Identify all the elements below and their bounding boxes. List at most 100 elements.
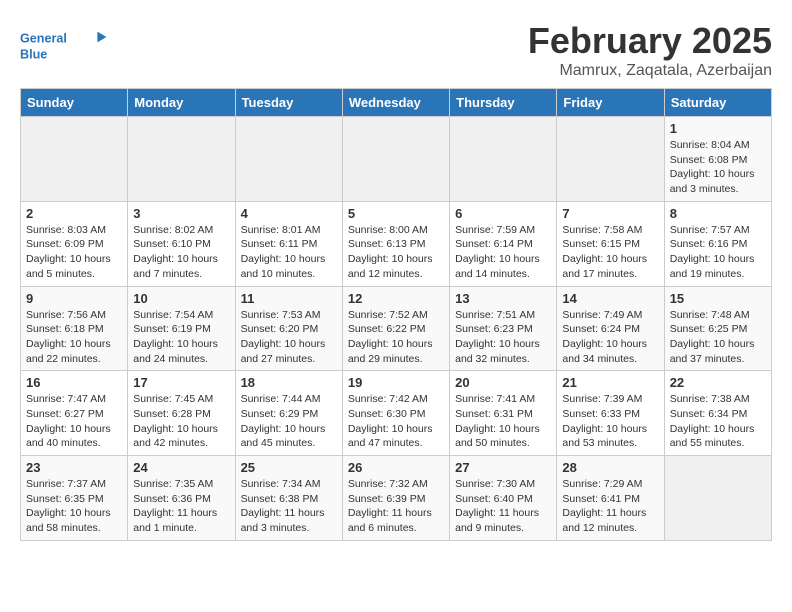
calendar-cell [342, 117, 449, 202]
calendar-cell: 8Sunrise: 7:57 AM Sunset: 6:16 PM Daylig… [664, 201, 771, 286]
calendar-cell [450, 117, 557, 202]
calendar-week-5: 23 Sunrise: 7:37 AM Sunset: 6:35 PM Dayli… [21, 456, 772, 541]
calendar-cell [664, 456, 771, 541]
day-number: 23 [26, 460, 122, 475]
calendar-cell: 18Sunrise: 7:44 AM Sunset: 6:29 PM Dayli… [235, 371, 342, 456]
day-info: Sunrise: 7:35 AM Sunset: 6:36 PM Dayligh… [133, 477, 229, 536]
page-header: General Blue February 2025 Mamrux, Zaqat… [20, 20, 772, 80]
day-number: 2 [26, 206, 122, 221]
day-info: Sunrise: 8:04 AM Sunset: 6:08 PM Dayligh… [670, 138, 766, 197]
calendar-table: SundayMondayTuesdayWednesdayThursdayFrid… [20, 88, 772, 541]
day-number: 26 [348, 460, 444, 475]
calendar-cell: 10 Sunrise: 7:54 AM Sunset: 6:19 PM Dayli… [128, 286, 235, 371]
day-number: 10 [133, 291, 229, 306]
day-info: Sunrise: 7:32 AM Sunset: 6:39 PM Dayligh… [348, 477, 444, 536]
day-number: 16 [26, 375, 122, 390]
calendar-cell: 24 Sunrise: 7:35 AM Sunset: 6:36 PM Dayli… [128, 456, 235, 541]
day-number: 27 [455, 460, 551, 475]
calendar-cell: 13 Sunrise: 7:51 AM Sunset: 6:23 PM Dayli… [450, 286, 557, 371]
calendar-cell [235, 117, 342, 202]
day-number: 25 [241, 460, 337, 475]
calendar-cell: 6 Sunrise: 7:59 AM Sunset: 6:14 PM Daylig… [450, 201, 557, 286]
weekday-header-monday: Monday [128, 89, 235, 117]
calendar-cell: 14 Sunrise: 7:49 AM Sunset: 6:24 PM Dayli… [557, 286, 664, 371]
weekday-header-thursday: Thursday [450, 89, 557, 117]
day-info: Sunrise: 7:39 AM Sunset: 6:33 PM Dayligh… [562, 392, 658, 451]
day-number: 8 [670, 206, 766, 221]
calendar-cell: 2 Sunrise: 8:03 AM Sunset: 6:09 PM Daylig… [21, 201, 128, 286]
day-info: Sunrise: 7:47 AM Sunset: 6:27 PM Dayligh… [26, 392, 122, 451]
calendar-week-2: 2 Sunrise: 8:03 AM Sunset: 6:09 PM Daylig… [21, 201, 772, 286]
day-info: Sunrise: 7:49 AM Sunset: 6:24 PM Dayligh… [562, 308, 658, 367]
day-info: Sunrise: 8:03 AM Sunset: 6:09 PM Dayligh… [26, 223, 122, 282]
calendar-cell: 9 Sunrise: 7:56 AM Sunset: 6:18 PM Daylig… [21, 286, 128, 371]
weekday-header-friday: Friday [557, 89, 664, 117]
svg-text:General: General [20, 31, 67, 45]
calendar-cell: 27Sunrise: 7:30 AM Sunset: 6:40 PM Dayli… [450, 456, 557, 541]
day-number: 14 [562, 291, 658, 306]
day-info: Sunrise: 8:02 AM Sunset: 6:10 PM Dayligh… [133, 223, 229, 282]
calendar-cell: 16 Sunrise: 7:47 AM Sunset: 6:27 PM Dayli… [21, 371, 128, 456]
day-number: 5 [348, 206, 444, 221]
calendar-cell: 20Sunrise: 7:41 AM Sunset: 6:31 PM Dayli… [450, 371, 557, 456]
day-number: 9 [26, 291, 122, 306]
day-info: Sunrise: 8:01 AM Sunset: 6:11 PM Dayligh… [241, 223, 337, 282]
calendar-cell: 17 Sunrise: 7:45 AM Sunset: 6:28 PM Dayli… [128, 371, 235, 456]
calendar-cell [21, 117, 128, 202]
day-info: Sunrise: 7:56 AM Sunset: 6:18 PM Dayligh… [26, 308, 122, 367]
weekday-header-tuesday: Tuesday [235, 89, 342, 117]
calendar-cell: 21 Sunrise: 7:39 AM Sunset: 6:33 PM Dayli… [557, 371, 664, 456]
page-title: February 2025 [528, 20, 772, 62]
calendar-cell: 12Sunrise: 7:52 AM Sunset: 6:22 PM Dayli… [342, 286, 449, 371]
day-info: Sunrise: 7:38 AM Sunset: 6:34 PM Dayligh… [670, 392, 766, 451]
day-number: 24 [133, 460, 229, 475]
calendar-cell [128, 117, 235, 202]
logo: General Blue [20, 24, 110, 68]
day-number: 28 [562, 460, 658, 475]
day-info: Sunrise: 7:44 AM Sunset: 6:29 PM Dayligh… [241, 392, 337, 451]
day-info: Sunrise: 7:37 AM Sunset: 6:35 PM Dayligh… [26, 477, 122, 536]
day-info: Sunrise: 7:59 AM Sunset: 6:14 PM Dayligh… [455, 223, 551, 282]
day-number: 6 [455, 206, 551, 221]
calendar-cell: 28 Sunrise: 7:29 AM Sunset: 6:41 PM Dayli… [557, 456, 664, 541]
calendar-cell [557, 117, 664, 202]
day-number: 12 [348, 291, 444, 306]
day-info: Sunrise: 7:34 AM Sunset: 6:38 PM Dayligh… [241, 477, 337, 536]
calendar-cell: 15Sunrise: 7:48 AM Sunset: 6:25 PM Dayli… [664, 286, 771, 371]
day-info: Sunrise: 7:53 AM Sunset: 6:20 PM Dayligh… [241, 308, 337, 367]
calendar-cell: 25 Sunrise: 7:34 AM Sunset: 6:38 PM Dayli… [235, 456, 342, 541]
day-number: 22 [670, 375, 766, 390]
calendar-week-1: 1 Sunrise: 8:04 AM Sunset: 6:08 PM Daylig… [21, 117, 772, 202]
day-info: Sunrise: 7:54 AM Sunset: 6:19 PM Dayligh… [133, 308, 229, 367]
day-number: 3 [133, 206, 229, 221]
calendar-cell: 5Sunrise: 8:00 AM Sunset: 6:13 PM Daylig… [342, 201, 449, 286]
calendar-cell: 7 Sunrise: 7:58 AM Sunset: 6:15 PM Daylig… [557, 201, 664, 286]
logo-svg: General Blue [20, 24, 110, 68]
day-info: Sunrise: 7:42 AM Sunset: 6:30 PM Dayligh… [348, 392, 444, 451]
day-number: 13 [455, 291, 551, 306]
calendar-cell: 1 Sunrise: 8:04 AM Sunset: 6:08 PM Daylig… [664, 117, 771, 202]
day-info: Sunrise: 7:51 AM Sunset: 6:23 PM Dayligh… [455, 308, 551, 367]
calendar-cell: 4 Sunrise: 8:01 AM Sunset: 6:11 PM Daylig… [235, 201, 342, 286]
calendar-week-4: 16 Sunrise: 7:47 AM Sunset: 6:27 PM Dayli… [21, 371, 772, 456]
day-info: Sunrise: 7:58 AM Sunset: 6:15 PM Dayligh… [562, 223, 658, 282]
day-info: Sunrise: 7:48 AM Sunset: 6:25 PM Dayligh… [670, 308, 766, 367]
weekday-header-wednesday: Wednesday [342, 89, 449, 117]
day-number: 21 [562, 375, 658, 390]
calendar-cell: 19Sunrise: 7:42 AM Sunset: 6:30 PM Dayli… [342, 371, 449, 456]
day-number: 7 [562, 206, 658, 221]
page-subtitle: Mamrux, Zaqatala, Azerbaijan [528, 62, 772, 80]
title-section: February 2025 Mamrux, Zaqatala, Azerbaij… [528, 20, 772, 80]
day-info: Sunrise: 7:45 AM Sunset: 6:28 PM Dayligh… [133, 392, 229, 451]
day-info: Sunrise: 7:29 AM Sunset: 6:41 PM Dayligh… [562, 477, 658, 536]
calendar-week-3: 9 Sunrise: 7:56 AM Sunset: 6:18 PM Daylig… [21, 286, 772, 371]
day-number: 17 [133, 375, 229, 390]
day-number: 11 [241, 291, 337, 306]
day-number: 1 [670, 121, 766, 136]
day-number: 20 [455, 375, 551, 390]
calendar-cell: 22 Sunrise: 7:38 AM Sunset: 6:34 PM Dayli… [664, 371, 771, 456]
weekday-header-saturday: Saturday [664, 89, 771, 117]
calendar-cell: 23 Sunrise: 7:37 AM Sunset: 6:35 PM Dayli… [21, 456, 128, 541]
calendar-cell: 11 Sunrise: 7:53 AM Sunset: 6:20 PM Dayli… [235, 286, 342, 371]
day-number: 4 [241, 206, 337, 221]
